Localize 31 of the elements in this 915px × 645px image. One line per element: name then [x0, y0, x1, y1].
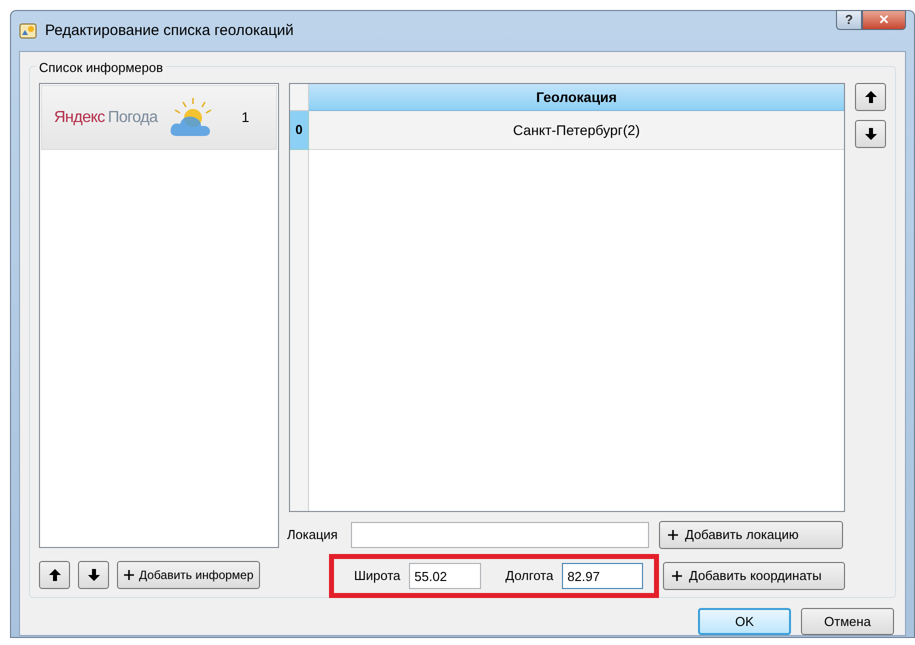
- down-arrow-icon: [862, 126, 878, 142]
- column-header[interactable]: Геолокация: [309, 84, 844, 111]
- add-location-button[interactable]: Добавить локацию: [659, 521, 843, 549]
- app-icon: [19, 23, 37, 39]
- help-button[interactable]: ?: [836, 10, 862, 30]
- longitude-label: Долгота: [505, 567, 554, 586]
- location-input[interactable]: [351, 522, 649, 548]
- latitude-label: Широта: [354, 567, 400, 586]
- informer-item[interactable]: Яндекс Погода 1: [41, 85, 277, 150]
- longitude-input[interactable]: 82.97: [562, 563, 644, 589]
- up-arrow-icon: [862, 89, 878, 105]
- informer-count: 1: [241, 108, 250, 127]
- location-label: Локация: [287, 526, 339, 544]
- up-arrow-icon: [46, 567, 62, 583]
- latitude-input[interactable]: 55.02: [409, 563, 482, 589]
- add-informer-button[interactable]: Добавить информер: [117, 561, 260, 589]
- move-up-button[interactable]: [855, 83, 886, 111]
- plus-icon: [671, 570, 683, 582]
- down-arrow-icon: [86, 567, 102, 583]
- add-coordinates-button[interactable]: Добавить координаты: [663, 562, 845, 590]
- move-down-button[interactable]: [855, 120, 886, 148]
- plus-icon: [123, 569, 135, 581]
- table-cell: Санкт-Петербург(2): [309, 111, 844, 150]
- informer-logo-text: Яндекс Погода: [54, 108, 158, 128]
- row-header[interactable]: 0: [290, 111, 309, 150]
- window-title: Редактирование списка геолокаций: [45, 20, 294, 41]
- plus-icon: [667, 529, 679, 541]
- move-up-button[interactable]: [39, 561, 70, 589]
- ok-button[interactable]: OK: [698, 608, 791, 635]
- cancel-button[interactable]: Отмена: [801, 608, 894, 635]
- move-down-button[interactable]: [78, 561, 109, 589]
